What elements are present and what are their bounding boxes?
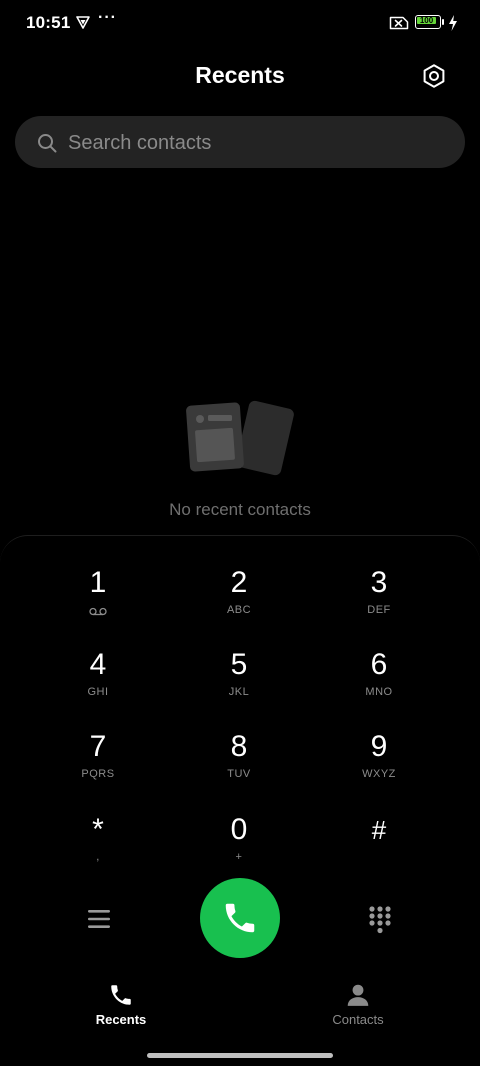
home-indicator[interactable]	[147, 1053, 333, 1058]
key-letters: ABC	[226, 604, 252, 616]
contact-cards-illustration	[186, 400, 294, 476]
dialpad-key-4[interactable]: 4 GHI	[38, 647, 158, 717]
sim-no-signal-icon	[389, 16, 409, 30]
nav-label: Contacts	[332, 1012, 384, 1027]
nav-tab-contacts[interactable]: Contacts	[278, 978, 438, 1032]
key-digit: 1	[89, 566, 107, 599]
settings-button[interactable]	[418, 60, 450, 92]
key-letters: JKL	[228, 686, 250, 698]
vpn-icon	[76, 16, 90, 29]
status-bar: 10:51 ··· 100	[0, 0, 480, 46]
charging-bolt-icon	[449, 15, 457, 31]
dialpad-key-star[interactable]: * ,	[38, 812, 158, 882]
key-letters: DEF	[367, 604, 391, 616]
key-digit: 7	[89, 730, 107, 763]
phone-icon	[111, 985, 131, 1005]
dialpad-key-3[interactable]: 3 DEF	[319, 565, 439, 635]
key-letters: +	[235, 851, 243, 863]
battery-percent: 100	[419, 16, 434, 25]
key-digit: 2	[230, 566, 248, 599]
key-letters: WXYZ	[362, 768, 396, 780]
key-digit: 5	[230, 648, 248, 681]
dialpad-key-0[interactable]: 0 +	[179, 812, 299, 882]
dialpad-key-2[interactable]: 2 ABC	[179, 565, 299, 635]
key-letters: TUV	[227, 768, 251, 780]
voicemail-icon	[89, 607, 107, 616]
dialpad-key-5[interactable]: 5 JKL	[179, 647, 299, 717]
dialpad-key-9[interactable]: 9 WXYZ	[319, 729, 439, 799]
person-icon	[347, 984, 369, 1006]
key-digit: 4	[89, 648, 107, 681]
key-digit: 3	[370, 566, 388, 599]
key-letters: MNO	[365, 686, 393, 698]
dialpad-key-8[interactable]: 8 TUV	[179, 729, 299, 799]
dialpad-key-1[interactable]: 1	[38, 565, 158, 635]
menu-icon[interactable]	[86, 906, 112, 932]
search-icon	[38, 134, 57, 153]
empty-state-message: No recent contacts	[169, 500, 311, 519]
phone-call-icon	[225, 903, 255, 933]
key-letters: GHI	[87, 686, 109, 698]
call-button[interactable]	[200, 878, 280, 958]
key-letters: PQRS	[81, 768, 115, 780]
gear-icon	[423, 64, 445, 88]
key-digit: 8	[230, 730, 248, 763]
status-time: 10:51	[26, 13, 71, 32]
dialpad-key-7[interactable]: 7 PQRS	[38, 729, 158, 799]
page-title: Recents	[195, 62, 285, 88]
key-letters: ,	[96, 851, 100, 863]
nav-tab-recents[interactable]: Recents	[41, 978, 201, 1032]
dialpad-icon[interactable]	[368, 905, 392, 935]
key-digit: 0	[230, 813, 248, 846]
dialer-screen: 10:51 ··· 100 Recents Search contacts No…	[0, 0, 480, 1066]
key-digit: 9	[370, 730, 388, 763]
more-notifications-icon: ···	[98, 9, 117, 26]
key-digit: *	[92, 813, 104, 846]
key-digit: #	[371, 815, 387, 845]
search-input[interactable]	[68, 129, 448, 157]
battery-icon: 100	[415, 15, 447, 31]
dialpad-key-hash[interactable]: #	[319, 812, 439, 882]
key-digit: 6	[370, 648, 388, 681]
dialpad-key-6[interactable]: 6 MNO	[319, 647, 439, 717]
nav-label: Recents	[95, 1012, 147, 1027]
